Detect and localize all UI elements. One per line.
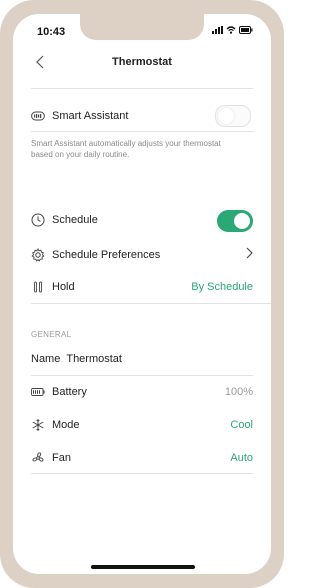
battery-icon — [31, 385, 45, 399]
schedule-toggle[interactable] — [217, 210, 253, 232]
smart-assistant-divider — [31, 131, 253, 132]
status-time: 10:43 — [37, 26, 66, 38]
schedule-preferences-label: Schedule Preferences — [52, 248, 161, 261]
hold-divider — [31, 303, 271, 304]
name-row[interactable]: Name Thermostat — [31, 353, 253, 365]
clock-icon — [31, 213, 45, 227]
smart-assistant-description: Smart Assistant automatically adjusts yo… — [31, 139, 221, 159]
gear-icon — [31, 247, 45, 262]
hold-value: By Schedule — [191, 281, 253, 293]
phone-screen: 10:43 Thermostat Smart Assistant Smart A… — [13, 14, 271, 574]
battery-label: Battery — [52, 386, 87, 398]
schedule-preferences-row[interactable]: Schedule Preferences — [31, 247, 253, 262]
name-value: Thermostat — [66, 353, 122, 365]
fan-icon — [31, 451, 45, 465]
mode-label: Mode — [52, 419, 80, 431]
toggle-knob — [218, 108, 234, 124]
name-divider — [31, 375, 253, 376]
smart-assistant-label: Smart Assistant — [52, 110, 129, 122]
notch — [80, 14, 204, 40]
battery-value: 100% — [224, 386, 253, 398]
signal-icon — [212, 26, 223, 34]
page-title: Thermostat — [112, 56, 172, 68]
battery-row: Battery 100% — [31, 385, 253, 399]
wifi-icon — [226, 26, 236, 34]
general-section-title: GENERAL — [31, 330, 72, 339]
fan-divider — [31, 473, 253, 474]
fan-row[interactable]: Fan Auto — [31, 451, 253, 465]
hold-icon — [31, 280, 45, 294]
smart-assistant-icon — [31, 109, 45, 123]
battery-status-icon — [239, 26, 253, 34]
mode-row[interactable]: Mode Cool — [31, 418, 253, 432]
hold-label: Hold — [52, 281, 75, 293]
home-indicator[interactable] — [91, 565, 195, 569]
toggle-knob — [234, 213, 250, 229]
hold-row[interactable]: Hold By Schedule — [31, 280, 253, 294]
snowflake-icon — [31, 418, 45, 432]
fan-value: Auto — [230, 452, 253, 464]
fan-label: Fan — [52, 452, 71, 464]
name-label: Name — [31, 353, 61, 365]
chevron-right-icon — [245, 247, 253, 262]
schedule-label: Schedule — [52, 214, 98, 226]
smart-assistant-toggle[interactable] — [215, 105, 251, 127]
header-divider — [31, 88, 253, 89]
status-icons — [212, 26, 253, 34]
mode-value: Cool — [230, 419, 253, 431]
